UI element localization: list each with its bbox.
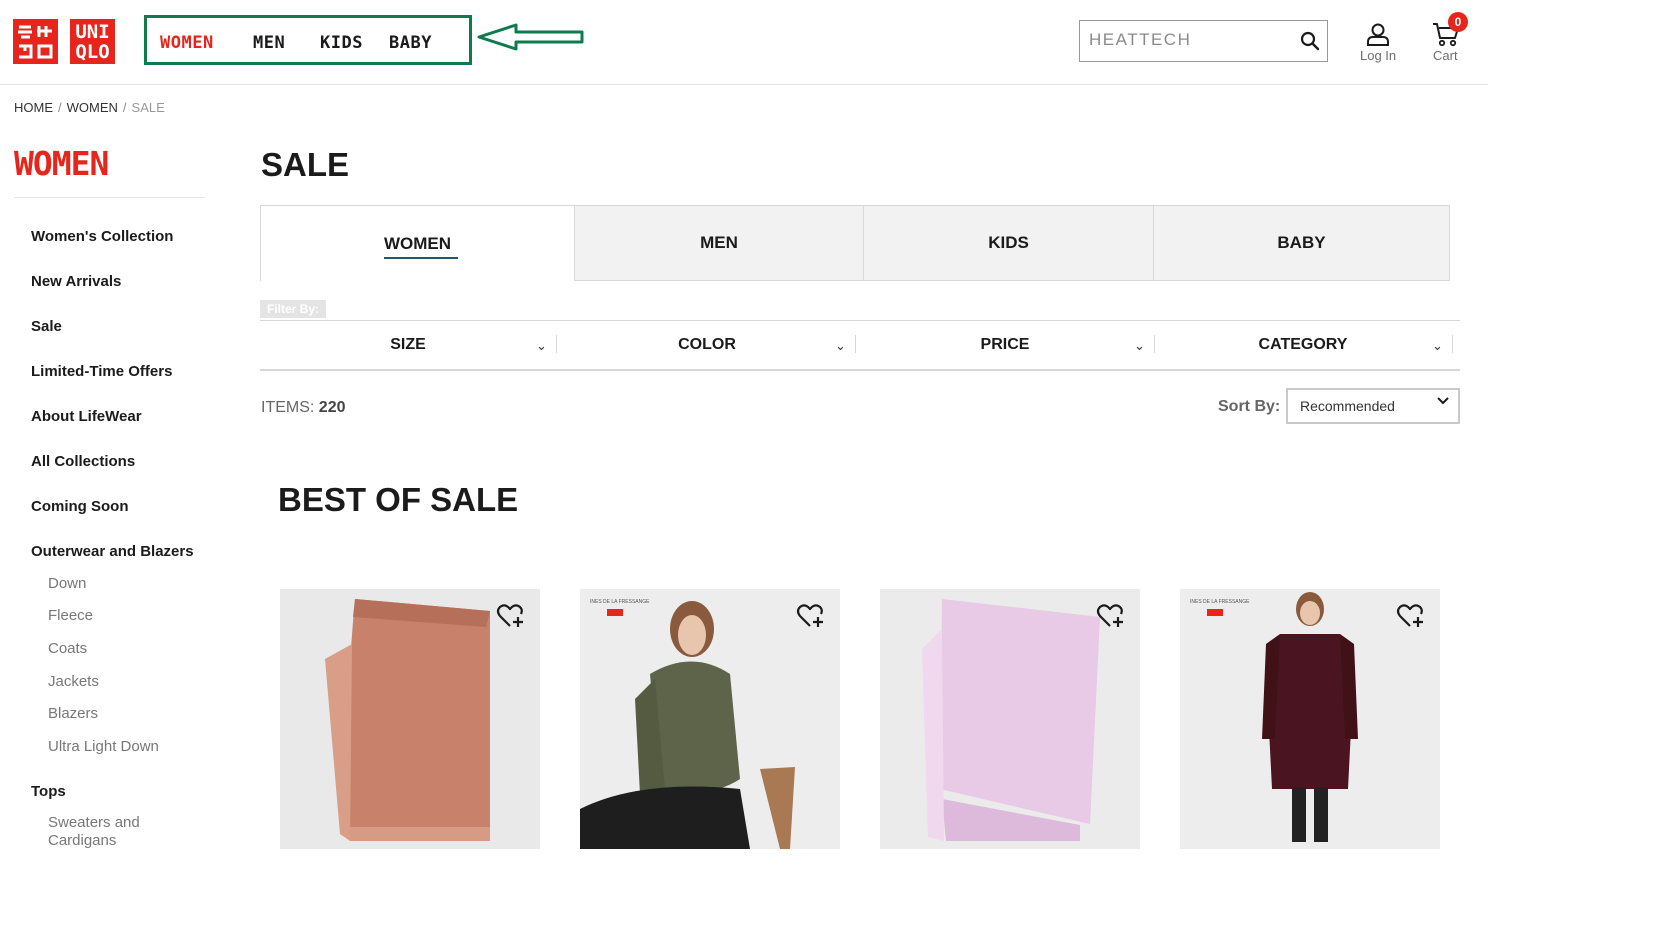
sort-select[interactable]: Recommended: [1286, 388, 1460, 424]
nav-baby[interactable]: BABY: [389, 33, 432, 53]
tab-men-label: MEN: [700, 233, 738, 252]
search-input[interactable]: [1080, 21, 1289, 59]
filter-divider-top: [260, 320, 1460, 321]
tab-kids[interactable]: KIDS: [863, 205, 1154, 281]
sidebar-sub-fleece[interactable]: Fleece: [48, 607, 93, 625]
sort-value: Recommended: [1300, 398, 1395, 414]
sidebar-item-tops[interactable]: Tops: [31, 783, 66, 800]
active-tab-underline: [384, 257, 458, 259]
sidebar-item-sale[interactable]: Sale: [31, 318, 62, 335]
tab-baby-label: BABY: [1277, 233, 1326, 252]
sidebar-item-all-collections[interactable]: All Collections: [31, 453, 135, 470]
sidebar-item-new-arrivals[interactable]: New Arrivals: [31, 273, 121, 290]
sidebar-sub-blazers[interactable]: Blazers: [48, 705, 98, 723]
sidebar-title: WOMEN: [14, 144, 109, 183]
filter-size[interactable]: SIZE: [258, 322, 558, 368]
nav-women[interactable]: WOMEN: [160, 33, 214, 53]
filter-color-label: COLOR: [678, 336, 736, 353]
filter-divider-bottom: [260, 369, 1460, 371]
filter-by-label: Filter By:: [260, 300, 327, 318]
cart-count-badge: 0: [1448, 12, 1468, 32]
sidebar-item-about-lifewear[interactable]: About LifeWear: [31, 408, 142, 425]
breadcrumb-current: SALE: [131, 100, 165, 115]
uniqlo-logo-katakana[interactable]: [13, 19, 58, 64]
filter-price[interactable]: PRICE: [855, 322, 1155, 368]
tab-baby[interactable]: BABY: [1153, 205, 1450, 281]
user-icon[interactable]: [1366, 22, 1390, 46]
nav-kids[interactable]: KIDS: [320, 33, 363, 53]
nav-men[interactable]: MEN: [253, 33, 285, 53]
search-icon[interactable]: [1300, 31, 1320, 51]
search-box: [1079, 20, 1328, 62]
chevron-down-icon[interactable]: ⌄: [1134, 338, 1145, 354]
product-tag-text: INES DE LA FRESSANGE: [590, 599, 650, 605]
wishlist-heart-icon[interactable]: [496, 600, 526, 630]
filter-category-label: CATEGORY: [1258, 336, 1348, 353]
sidebar-sub-sweaters[interactable]: Sweaters and Cardigans: [48, 814, 148, 850]
breadcrumb-women[interactable]: WOMEN: [67, 100, 118, 115]
tab-kids-label: KIDS: [988, 233, 1029, 252]
wishlist-heart-icon[interactable]: [1396, 600, 1426, 630]
filter-color[interactable]: COLOR: [557, 322, 857, 368]
breadcrumb: HOME / WOMEN / SALE: [14, 100, 165, 115]
chevron-down-icon[interactable]: ⌄: [536, 338, 547, 354]
filter-category[interactable]: CATEGORY: [1153, 322, 1453, 368]
sidebar-item-coming-soon[interactable]: Coming Soon: [31, 498, 129, 515]
sidebar-sub-ultra-light-down[interactable]: Ultra Light Down: [48, 738, 159, 756]
sidebar-item-womens-collection[interactable]: Women's Collection: [31, 228, 173, 245]
section-title: BEST OF SALE: [278, 481, 519, 518]
login-label[interactable]: Log In: [1360, 48, 1396, 63]
wishlist-heart-icon[interactable]: [796, 600, 826, 630]
filter-price-label: PRICE: [980, 336, 1030, 353]
logo-text-top: UNI: [75, 20, 110, 43]
sidebar-item-limited-time-offers[interactable]: Limited-Time Offers: [31, 363, 172, 380]
chevron-down-icon[interactable]: ⌄: [1432, 338, 1443, 354]
arrow-annotation-icon: [477, 23, 584, 51]
sidebar-item-outerwear[interactable]: Outerwear and Blazers: [31, 543, 194, 560]
tab-women-label: WOMEN: [383, 233, 452, 253]
page-title: SALE: [261, 146, 350, 183]
tab-men[interactable]: MEN: [574, 205, 864, 281]
sidebar-sub-down[interactable]: Down: [48, 575, 86, 593]
wishlist-heart-icon[interactable]: [1096, 600, 1126, 630]
items-number: 220: [318, 399, 346, 416]
chevron-down-icon[interactable]: ⌄: [835, 338, 846, 354]
filter-separator: [1452, 335, 1453, 353]
product-tag-text: INES DE LA FRESSANGE: [1190, 599, 1250, 605]
sort-label: Sort By:: [1218, 398, 1281, 415]
items-label: ITEMS:: [261, 399, 315, 416]
katakana-logo-icon: [18, 25, 53, 59]
uniqlo-logo[interactable]: UNI QLO: [70, 19, 115, 64]
tab-women[interactable]: WOMEN: [260, 205, 575, 281]
logo-text-bottom: QLO: [75, 40, 110, 63]
breadcrumb-home[interactable]: HOME: [14, 100, 53, 115]
sidebar-divider: [14, 197, 205, 198]
items-count: ITEMS: 220: [261, 399, 346, 417]
sidebar-sub-jackets[interactable]: Jackets: [48, 673, 99, 691]
chevron-down-icon[interactable]: [1436, 396, 1450, 406]
filter-size-label: SIZE: [390, 336, 426, 353]
sidebar-sub-coats[interactable]: Coats: [48, 640, 87, 658]
cart-label[interactable]: Cart: [1433, 48, 1458, 63]
